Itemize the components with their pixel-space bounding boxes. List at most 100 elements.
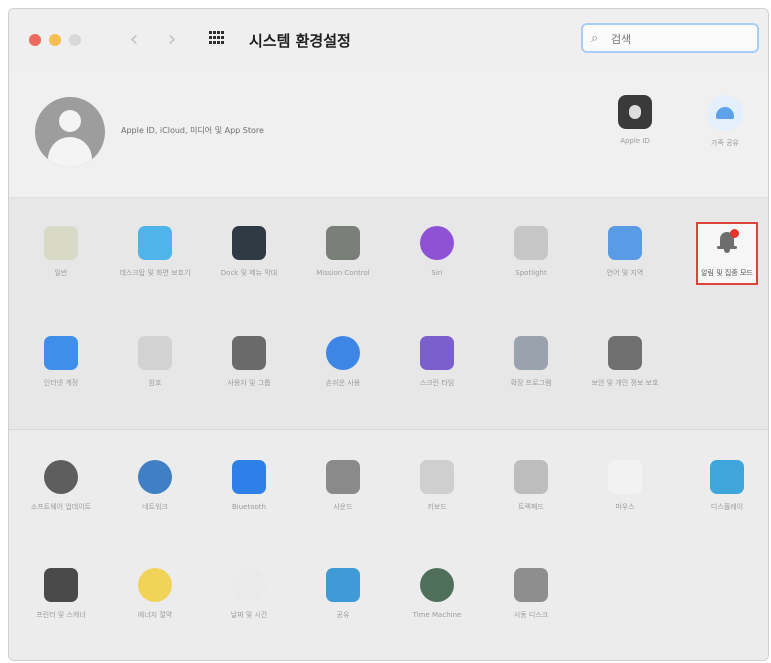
pane-label: 사용자 및 그룹 [227,379,271,387]
keyboard-pane[interactable]: 키보드 [390,460,484,512]
language-region-icon [608,226,642,260]
internet-accounts-pane[interactable]: 인터넷 계정 [14,336,108,388]
dock-menubar-pane[interactable]: Dock 및 메뉴 막대 [202,226,296,278]
energy-saver-pane[interactable]: 에너지 절약 [108,568,202,620]
system-preferences-window: ‹ › 시스템 환경설정 ⌕ Apple ID, iCloud, 미디어 및 A… [8,8,769,661]
search-icon: ⌕ [591,31,599,46]
displays-icon [710,460,744,494]
bluetooth-pane[interactable]: Bluetooth [202,460,296,512]
zoom-button[interactable] [69,34,81,46]
users-groups-pane[interactable]: 사용자 및 그룹 [202,336,296,388]
close-button[interactable] [29,34,41,46]
siri-pane[interactable]: Siri [390,226,484,278]
spotlight-icon [514,226,548,260]
pane-label: 에너지 절약 [137,611,173,619]
notifications-focus-icon [710,226,744,260]
sharing-icon [326,568,360,602]
title-bar: ‹ › 시스템 환경설정 ⌕ [9,9,768,73]
pane-label: 사운드 [333,503,353,511]
accessibility-pane[interactable]: 손쉬운 사용 [296,336,390,388]
trackpad-icon [514,460,548,494]
window-title: 시스템 환경설정 [249,32,351,50]
pane-label: 트랙패드 [518,503,544,511]
users-groups-icon [232,336,266,370]
search-input[interactable] [609,28,753,50]
trackpad-pane[interactable]: 트랙패드 [484,460,578,512]
apple-id-pane[interactable]: Apple ID [607,95,663,146]
pane-label: 공유 [336,611,350,619]
apple-id-label: Apple ID [620,137,650,145]
sharing-pane[interactable]: 공유 [296,568,390,620]
language-region-pane[interactable]: 언어 및 지역 [578,226,672,278]
general-icon [44,226,78,260]
notifications-focus-pane[interactable]: 알림 및 집중 모드 [696,226,758,278]
mouse-pane[interactable]: 마우스 [578,460,672,512]
internet-accounts-icon [44,336,78,370]
family-sharing-pane[interactable]: 가족 공유 [697,95,753,148]
startup-disk-pane[interactable]: 시동 디스크 [484,568,578,620]
mouse-icon [608,460,642,494]
search-field[interactable]: ⌕ [581,23,759,53]
software-update-icon [44,460,78,494]
pane-label: 스크린 타임 [419,379,455,387]
pane-label: 소프트웨어 업데이트 [30,503,92,511]
pane-label: 프린터 및 스캐너 [36,611,86,619]
sound-pane[interactable]: 사운드 [296,460,390,512]
mission-control-pane[interactable]: Mission Control [296,226,390,278]
pane-label: 키보드 [427,503,447,511]
pane-label: 손쉬운 사용 [325,379,361,387]
startup-disk-icon [514,568,548,602]
energy-saver-icon [138,568,172,602]
hardware-preferences-section: 소프트웨어 업데이트 네트워크 Bluetooth 사운드 키보드 트랙패드 마우스 디스플레… [9,430,768,660]
pane-label: Time Machine [412,611,462,619]
pane-label: Mission Control [316,269,370,277]
pane-label: 네트워크 [142,503,168,511]
bluetooth-icon [232,460,266,494]
mission-control-icon [326,226,360,260]
network-pane[interactable]: 네트워크 [108,460,202,512]
pane-label: 시동 디스크 [513,611,549,619]
pane-label: 인터넷 계정 [43,379,79,387]
software-update-pane[interactable]: 소프트웨어 업데이트 [14,460,108,512]
general-pane[interactable]: 일반 [14,226,108,278]
family-sharing-label: 가족 공유 [711,139,739,147]
extensions-icon [514,336,548,370]
apple-id-icon [618,95,652,129]
pane-label: 확장 프로그램 [510,379,552,387]
date-time-pane[interactable]: 날짜 및 시간 [202,568,296,620]
time-machine-pane[interactable]: Time Machine [390,568,484,620]
network-icon [138,460,172,494]
desktop-screensaver-icon [138,226,172,260]
siri-icon [420,226,454,260]
pane-label: 디스플레이 [710,503,744,511]
security-privacy-pane[interactable]: 보안 및 개인 정보 보호 [578,336,672,388]
spotlight-pane[interactable]: Spotlight [484,226,578,278]
minimize-button[interactable] [49,34,61,46]
pane-label: 언어 및 지역 [606,269,644,277]
pane-label: 보안 및 개인 정보 보호 [591,379,659,387]
personal-preferences-section: 일반 데스크탑 및 화면 보호기 Dock 및 메뉴 막대 Mission Contr… [9,198,768,430]
apple-id-description[interactable]: Apple ID, iCloud, 미디어 및 App Store [121,125,264,136]
pane-label: Bluetooth [232,503,266,511]
forward-button[interactable]: › [159,25,185,55]
sound-icon [326,460,360,494]
desktop-screensaver-pane[interactable]: 데스크탑 및 화면 보호기 [108,226,202,278]
show-all-grid-icon[interactable] [209,31,225,45]
date-time-icon [232,568,266,602]
pane-label: 날짜 및 시간 [230,611,268,619]
back-button[interactable]: ‹ [121,25,147,55]
dock-menubar-icon [232,226,266,260]
extensions-pane[interactable]: 확장 프로그램 [484,336,578,388]
passwords-icon [138,336,172,370]
keyboard-icon [420,460,454,494]
apple-id-banner: Apple ID, iCloud, 미디어 및 App Store Apple … [9,73,768,198]
printers-scanners-pane[interactable]: 프린터 및 스캐너 [14,568,108,620]
pane-label: 암호 [148,379,162,387]
printers-scanners-icon [44,568,78,602]
accessibility-icon [326,336,360,370]
screen-time-pane[interactable]: 스크린 타임 [390,336,484,388]
avatar[interactable] [35,97,105,167]
passwords-pane[interactable]: 암호 [108,336,202,388]
pane-label: 데스크탑 및 화면 보호기 [119,269,191,277]
displays-pane[interactable]: 디스플레이 [680,460,768,512]
